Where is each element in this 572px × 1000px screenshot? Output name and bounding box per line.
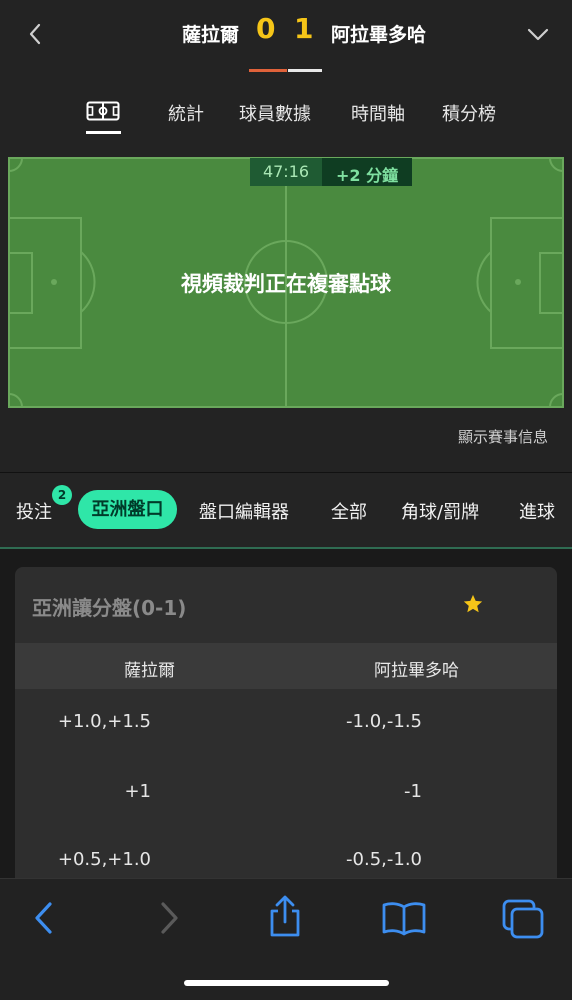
clock-time: 47:16: [250, 158, 322, 186]
odds-away-line[interactable]: -0.5,-1.0: [346, 849, 422, 870]
home-team-name: 薩拉爾: [181, 24, 239, 46]
show-match-info-link[interactable]: 顯示賽事信息: [458, 426, 548, 447]
tab-player-stats[interactable]: 球員數據: [239, 100, 311, 126]
match-header: 薩拉爾 0 1 阿拉畢多哈: [0, 0, 572, 72]
odds-home-line[interactable]: +1.0,+1.5: [58, 711, 151, 732]
home-indicator: [184, 980, 389, 986]
added-time: +2 分鐘: [322, 158, 413, 186]
var-status-text: 視頻裁判正在複審點球: [181, 272, 391, 296]
bets-count-badge: 2: [52, 485, 72, 505]
tab-field-underline: [86, 131, 121, 134]
share-icon[interactable]: [266, 895, 304, 939]
odds-away-line[interactable]: -1: [404, 781, 422, 802]
market-tab-asian-handicap[interactable]: 亞洲盤口: [78, 490, 177, 529]
odds-table-header: [15, 643, 557, 689]
away-score: 1: [294, 12, 314, 45]
tabs-icon[interactable]: [500, 898, 546, 940]
home-score: 0: [256, 12, 276, 45]
bookmarks-icon[interactable]: [381, 900, 427, 936]
odds-away-line[interactable]: -1.0,-1.5: [346, 711, 422, 732]
away-team-name: 阿拉畢多哈: [331, 24, 427, 46]
tab-standings[interactable]: 積分榜: [442, 100, 496, 126]
market-tab-bets[interactable]: 投注: [16, 498, 52, 524]
match-clock: 47:16 +2 分鐘: [250, 158, 413, 186]
odds-card-title: 亞洲讓分盤(0-1): [32, 596, 187, 620]
market-tab-all[interactable]: 全部: [331, 498, 367, 524]
odds-home-line[interactable]: +0.5,+1.0: [58, 849, 151, 870]
odds-header-home: 薩拉爾: [124, 661, 175, 681]
chevron-down-icon[interactable]: [524, 22, 552, 46]
browser-back-icon[interactable]: [30, 900, 58, 936]
tab-stats[interactable]: 統計: [168, 100, 204, 126]
browser-forward-icon[interactable]: [155, 900, 183, 936]
market-tab-goals[interactable]: 進球: [519, 498, 555, 524]
odds-home-line[interactable]: +1: [124, 781, 151, 802]
chevron-left-icon[interactable]: [24, 20, 48, 48]
star-icon[interactable]: [462, 593, 484, 615]
pitch-icon[interactable]: [86, 101, 120, 121]
market-tab-corners-cards[interactable]: 角球/罰牌: [401, 498, 479, 524]
tab-timeline[interactable]: 時間軸: [351, 100, 405, 126]
market-tab-bet-builder[interactable]: 盤口編輯器: [199, 498, 289, 524]
odds-header-away: 阿拉畢多哈: [374, 661, 459, 681]
